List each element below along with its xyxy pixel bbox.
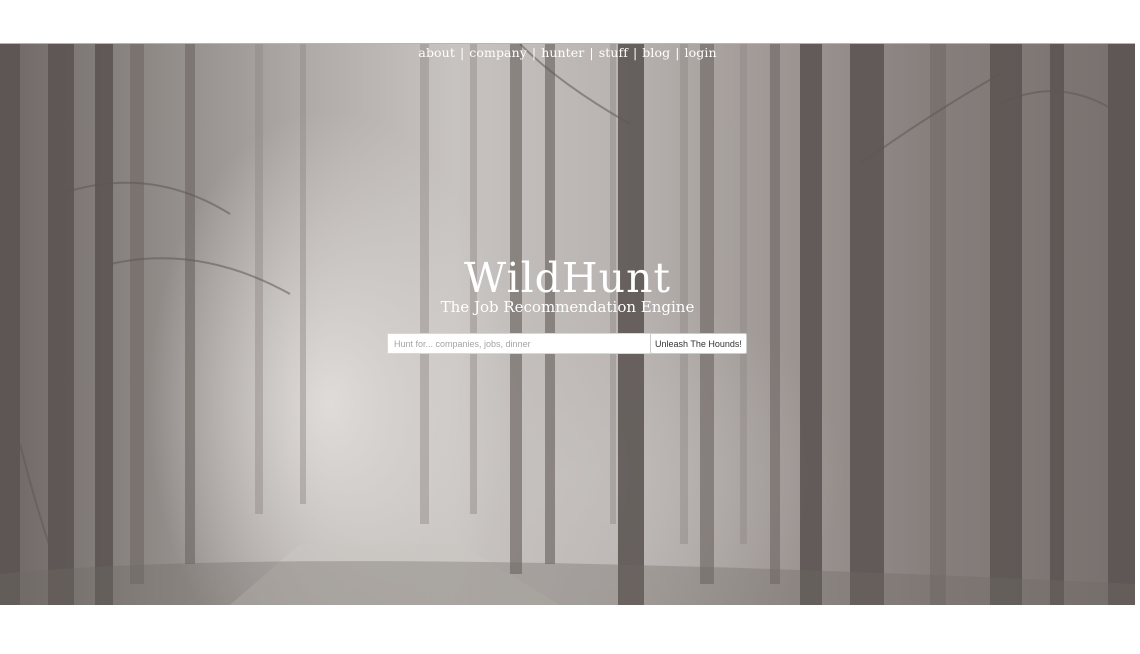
search-input[interactable] [387, 333, 656, 354]
site-subtitle: The Job Recommendation Engine [440, 298, 695, 316]
nav-link-blog[interactable]: blog [642, 45, 670, 60]
search-submit-button[interactable]: Unleash The Hounds! [650, 333, 747, 354]
nav-link-hunter[interactable]: hunter [541, 45, 584, 60]
nav-link-login[interactable]: login [685, 45, 717, 60]
search-form: Unleash The Hounds! [387, 333, 747, 354]
top-nav: about | company | hunter | stuff | blog | login [0, 45, 1135, 60]
nav-separator: | [632, 45, 638, 60]
nav-separator: | [459, 45, 465, 60]
nav-separator: | [531, 45, 537, 60]
nav-link-about[interactable]: about [418, 45, 455, 60]
site-title: WildHunt [464, 254, 671, 302]
nav-separator: | [675, 45, 680, 60]
nav-separator: | [589, 45, 594, 60]
forest-trees-graphic [0, 44, 1135, 605]
hero-background [0, 43, 1135, 605]
nav-link-stuff[interactable]: stuff [599, 45, 628, 60]
nav-link-company[interactable]: company [469, 45, 527, 60]
